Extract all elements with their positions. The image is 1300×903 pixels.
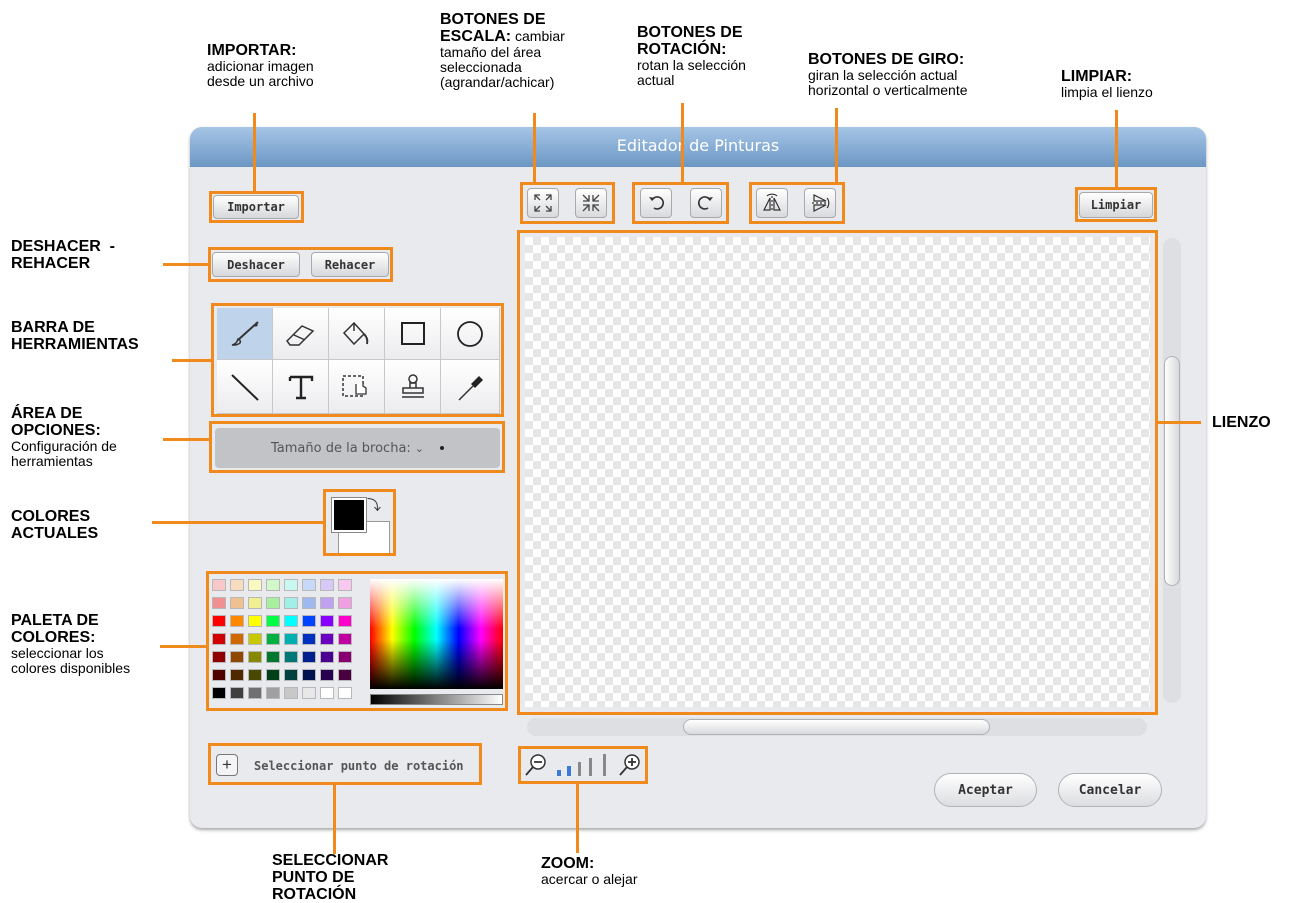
escala-desc-1: tamaño del área	[440, 44, 542, 60]
deshacer-highlight	[208, 247, 393, 282]
escala-desc-2: seleccionada	[440, 59, 522, 75]
escala-highlight	[520, 182, 615, 224]
rotacion-title-2: ROTACIÓN:	[637, 41, 727, 58]
zoom-connector	[576, 783, 579, 853]
punto-annotation: SELECCIONAR PUNTO DE ROTACIÓN	[272, 852, 388, 903]
colores-title-1: COLORES	[11, 508, 91, 525]
vertical-scroll-thumb[interactable]	[1164, 356, 1180, 586]
lienzo-highlight	[517, 230, 1158, 715]
giro-connector	[835, 108, 838, 183]
colores-highlight	[323, 489, 396, 556]
zoom-desc: acercar o alejar	[541, 871, 638, 887]
opciones-highlight	[209, 421, 505, 473]
opciones-title-1: ÁREA DE	[11, 405, 83, 422]
rotacion-connector	[681, 103, 684, 183]
rotacion-title-1: BOTONES DE	[637, 24, 743, 41]
giro-annotation: BOTONES DE GIRO: giran la selección actu…	[808, 51, 968, 98]
horizontal-scroll-thumb[interactable]	[683, 719, 990, 735]
lienzo-title: LIENZO	[1212, 414, 1271, 431]
lienzo-annotation: LIENZO	[1212, 414, 1271, 431]
zoom-highlight	[518, 746, 648, 784]
rotacion-annotation: BOTONES DE ROTACIÓN: rotan la selección …	[637, 24, 746, 88]
escala-inline: cambiar	[511, 28, 565, 44]
importar-desc-2: desde un archivo	[207, 73, 314, 89]
punto-title-3: ROTACIÓN	[272, 886, 357, 903]
paleta-desc-1: seleccionar los	[11, 645, 104, 661]
paleta-highlight	[206, 571, 508, 711]
horizontal-scrollbar[interactable]	[527, 718, 1147, 736]
paleta-connector	[160, 645, 208, 648]
importar-title: IMPORTAR:	[207, 42, 297, 59]
importar-highlight	[209, 191, 304, 223]
escala-title-2: ESCALA:	[440, 28, 512, 45]
deshacer-annotation: DESHACER - REHACER	[11, 238, 115, 272]
giro-desc-2: horizontal o verticalmente	[808, 82, 968, 98]
opciones-desc-2: herramientas	[11, 453, 93, 469]
limpiar-highlight	[1075, 187, 1157, 222]
rotacion-desc-1: rotan la selección	[637, 57, 746, 73]
limpiar-desc: limpia el lienzo	[1061, 84, 1153, 100]
paleta-title-2: COLORES:	[11, 629, 96, 646]
escala-connector	[533, 113, 536, 183]
title-bar: Editador de Pinturas	[190, 127, 1206, 167]
importar-desc-1: adicionar imagen	[207, 58, 314, 74]
barra-title-1: BARRA DE	[11, 319, 95, 336]
paleta-annotation: PALETA DE COLORES: seleccionar los color…	[11, 612, 130, 676]
paleta-title-1: PALETA DE	[11, 612, 99, 629]
accept-button[interactable]: Aceptar	[934, 773, 1037, 807]
vertical-scrollbar[interactable]	[1163, 238, 1181, 703]
paleta-desc-2: colores disponibles	[11, 660, 131, 676]
punto-connector	[333, 784, 336, 854]
window-title: Editador de Pinturas	[616, 136, 780, 155]
colores-connector	[152, 521, 324, 524]
deshacer-connector	[163, 263, 209, 266]
giro-title: BOTONES DE GIRO:	[808, 51, 965, 68]
lienzo-connector	[1157, 421, 1201, 424]
escala-desc-3: (agrandar/achicar)	[440, 74, 555, 90]
escala-annotation: BOTONES DE ESCALA: cambiar tamaño del ár…	[440, 11, 565, 90]
colores-annotation: COLORES ACTUALES	[11, 508, 98, 542]
opciones-title-2: OPCIONES:	[11, 422, 101, 439]
opciones-annotation: ÁREA DE OPCIONES: Configuración de herra…	[11, 405, 117, 469]
punto-title-2: PUNTO DE	[272, 869, 355, 886]
limpiar-title: LIMPIAR:	[1061, 68, 1133, 85]
escala-title-1: BOTONES DE	[440, 11, 546, 28]
zoom-annotation: ZOOM: acercar o alejar	[541, 855, 638, 887]
limpiar-annotation: LIMPIAR: limpia el lienzo	[1061, 68, 1153, 100]
deshacer-title-2: REHACER	[11, 255, 91, 272]
barra-connector	[172, 359, 212, 362]
giro-highlight	[749, 182, 845, 224]
importar-connector	[253, 113, 256, 193]
rotacion-desc-2: actual	[637, 72, 675, 88]
zoom-title: ZOOM:	[541, 855, 595, 872]
limpiar-connector	[1115, 110, 1118, 188]
giro-desc-1: giran la selección actual	[808, 67, 958, 83]
opciones-desc-1: Configuración de	[11, 438, 117, 454]
cancel-button[interactable]: Cancelar	[1058, 773, 1162, 807]
herramientas-highlight	[211, 303, 504, 417]
rotacion-highlight	[632, 182, 729, 224]
opciones-connector	[163, 438, 210, 441]
deshacer-title-1: DESHACER -	[11, 238, 116, 255]
punto-highlight	[208, 743, 482, 785]
importar-annotation: IMPORTAR: adicionar imagen desde un arch…	[207, 42, 314, 89]
barra-annotation: BARRA DE HERRAMIENTAS	[11, 319, 139, 353]
barra-title-2: HERRAMIENTAS	[11, 336, 139, 353]
colores-title-2: ACTUALES	[11, 525, 99, 542]
punto-title-1: SELECCIONAR	[272, 852, 389, 869]
